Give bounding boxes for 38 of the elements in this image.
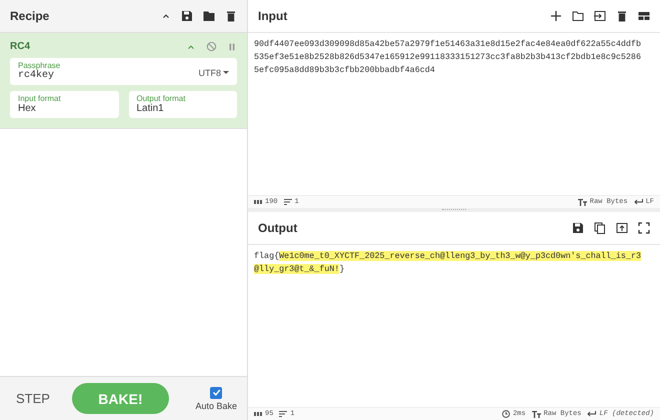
auto-bake-label: Auto Bake <box>195 400 237 410</box>
layout-icon[interactable] <box>638 10 650 22</box>
lines-icon <box>279 411 288 417</box>
save-icon[interactable] <box>572 222 584 234</box>
dropdown-caret-icon[interactable] <box>223 71 229 75</box>
trash-icon[interactable] <box>616 10 628 22</box>
input-text-area[interactable]: 90df4407ee093d309098d85a42be57a2979f1e51463a31e8d15e2fac4e84ea0df622a55c4ddfb535ef3e51e8b2528b826d5347e165912e99118333151273cc3fa8b2b3b413cf2bdb1e8c9c52865efc095a8dd89b3b3cfbb200bbadbf4a6cd4 <box>248 33 660 195</box>
copy-icon[interactable] <box>594 222 606 234</box>
field-label: Output format <box>136 94 186 103</box>
import-icon[interactable] <box>594 10 606 22</box>
passphrase-field[interactable]: Passphrase rc4key UTF8 <box>10 58 237 85</box>
font-icon[interactable] <box>532 410 541 418</box>
font-icon[interactable] <box>578 198 587 206</box>
length-icon <box>254 200 262 204</box>
input-title: Input <box>258 9 288 23</box>
fullscreen-icon[interactable] <box>638 222 650 234</box>
plus-icon[interactable] <box>550 10 562 22</box>
operation-name: RC4 <box>10 41 32 52</box>
format-field[interactable]: Output format Latin1 <box>128 91 237 118</box>
length-icon <box>254 412 262 416</box>
output-title: Output <box>258 221 298 235</box>
folder-icon[interactable] <box>203 10 215 22</box>
output-text: flag{We1c0me_t0_XYCTF_2025_reverse_ch@lleng3_by_th3_w@y_p3cd0wn's_chall_is_r3@lly_gr3@t_&_fuN!} <box>254 250 641 276</box>
folder-icon[interactable] <box>572 10 584 22</box>
field-label: Passphrase <box>18 61 62 70</box>
field-label: Input format <box>18 94 62 103</box>
save-icon[interactable] <box>181 10 193 22</box>
auto-bake-checkbox[interactable] <box>210 386 222 398</box>
step-button[interactable]: STEP <box>16 391 50 406</box>
return-arrow-icon[interactable] <box>634 199 643 205</box>
encoding-dropdown[interactable]: UTF8 <box>198 68 229 78</box>
recipe-title: Recipe <box>10 9 50 23</box>
clock-icon <box>502 410 510 418</box>
trash-icon[interactable] <box>225 10 237 22</box>
return-arrow-icon[interactable] <box>587 411 596 417</box>
lines-icon <box>284 199 292 205</box>
replace-input-icon[interactable] <box>616 222 628 234</box>
format-field[interactable]: Input format Hex <box>10 91 118 118</box>
